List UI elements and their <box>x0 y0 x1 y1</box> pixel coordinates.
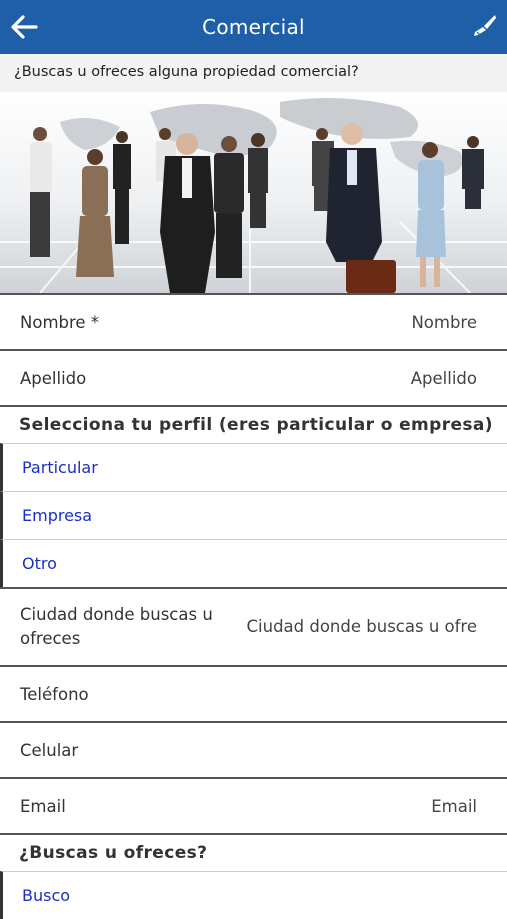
perfil-section-title: Selecciona tu perfil (eres particular o … <box>0 405 507 443</box>
option-particular[interactable]: Particular <box>0 443 507 491</box>
nombre-input[interactable]: Nombre <box>411 313 477 332</box>
option-busco[interactable]: Busco <box>0 871 507 919</box>
busca-section-title: ¿Buscas u ofreces? <box>0 833 507 871</box>
telefono-field[interactable]: Teléfono <box>0 665 507 721</box>
ciudad-label: Ciudad donde buscas u ofreces <box>20 605 213 648</box>
email-label: Email <box>20 797 66 816</box>
ciudad-input[interactable]: Ciudad donde buscas u ofre <box>247 617 478 636</box>
email-field[interactable]: Email Email <box>0 777 507 833</box>
ciudad-field[interactable]: Ciudad donde buscas u ofreces Ciudad don… <box>0 587 507 665</box>
nombre-label: Nombre * <box>20 313 100 332</box>
celular-field[interactable]: Celular <box>0 721 507 777</box>
app-bar: Comercial <box>0 0 507 54</box>
apellido-label: Apellido <box>20 369 87 388</box>
paint-brush-icon[interactable] <box>471 13 497 39</box>
apellido-field[interactable]: Apellido Apellido <box>0 349 507 405</box>
option-empresa[interactable]: Empresa <box>0 491 507 539</box>
celular-label: Celular <box>20 741 79 760</box>
page-subtitle: ¿Buscas u ofreces alguna propiedad comer… <box>0 54 507 92</box>
nombre-field[interactable]: Nombre * Nombre <box>0 293 507 349</box>
page-title: Comercial <box>202 15 305 39</box>
option-otro[interactable]: Otro <box>0 539 507 587</box>
apellido-input[interactable]: Apellido <box>411 369 477 388</box>
telefono-label: Teléfono <box>20 685 89 704</box>
contact-form: Nombre * Nombre Apellido Apellido Selecc… <box>0 293 507 919</box>
business-people-banner <box>0 92 507 293</box>
email-input[interactable]: Email <box>431 797 477 816</box>
